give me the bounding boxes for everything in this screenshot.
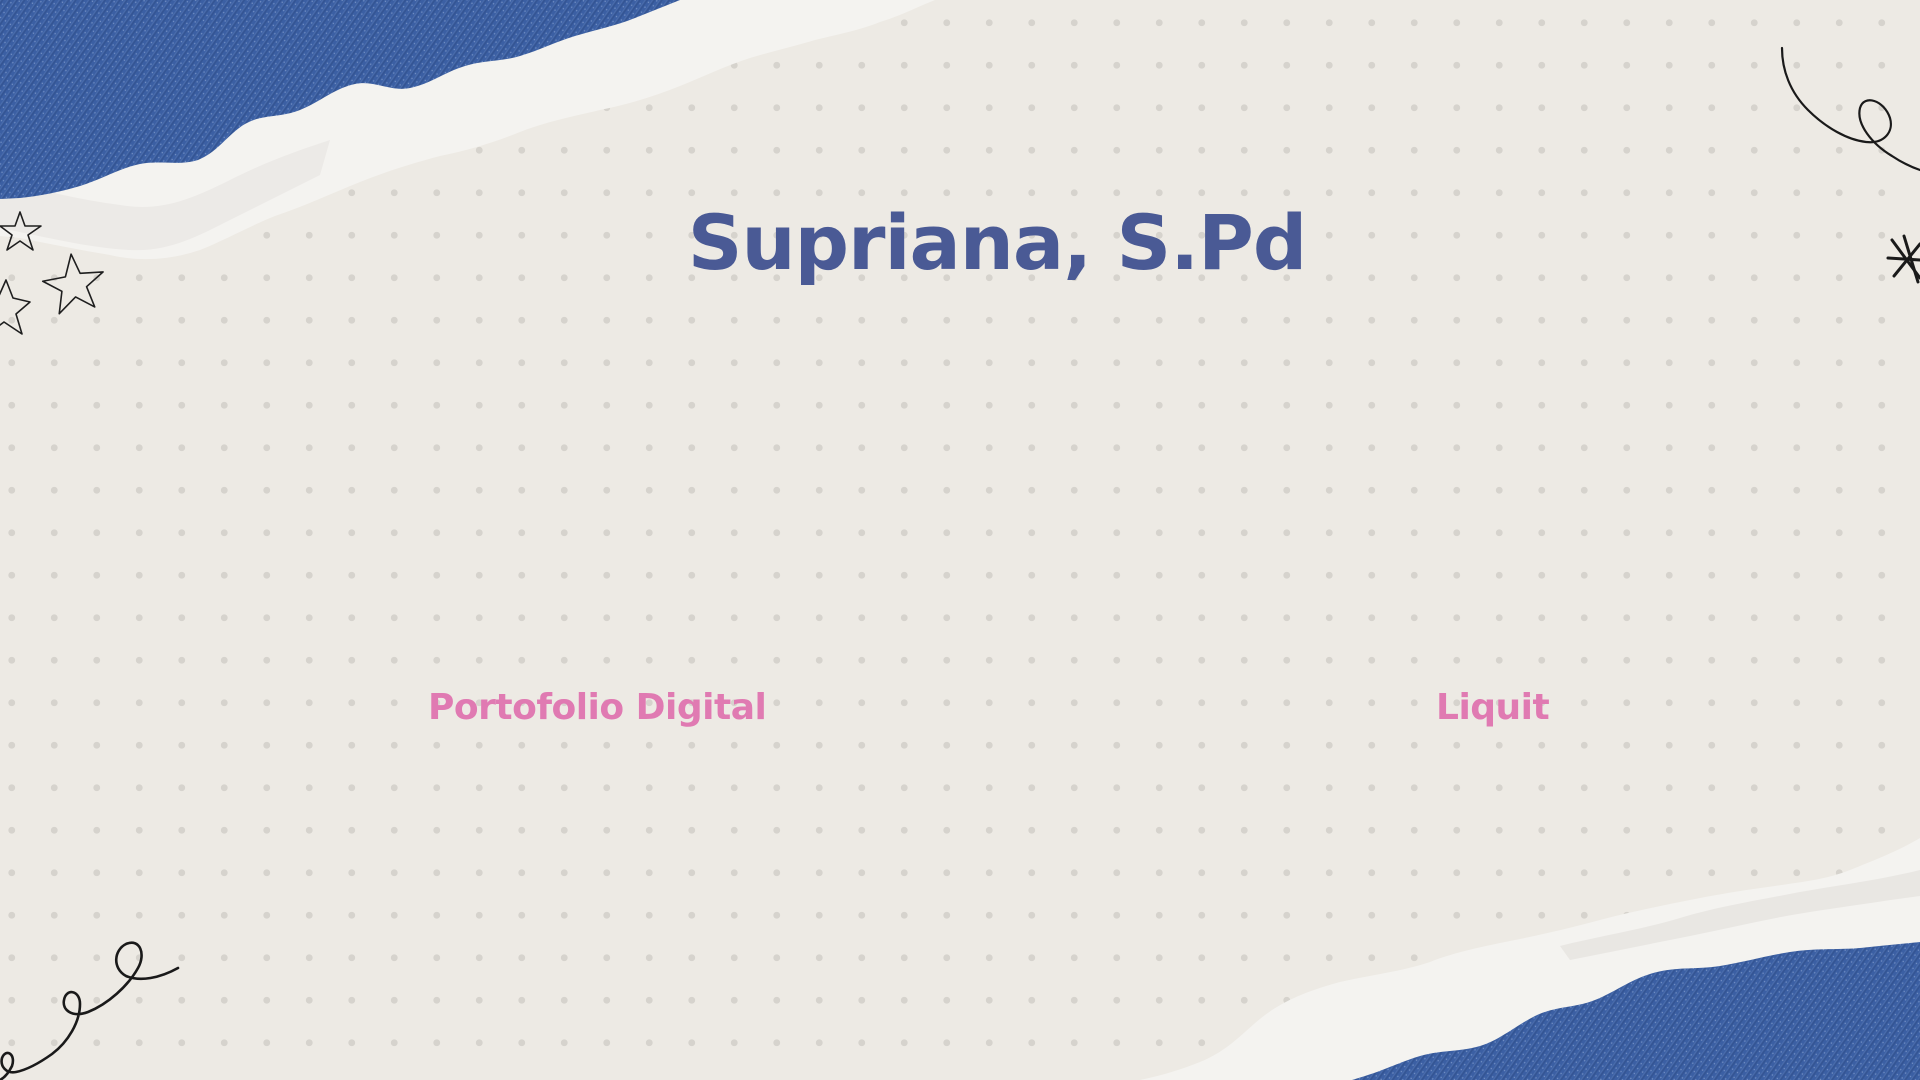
spiral-doodle-bottom-left [0, 941, 180, 1080]
denim-torn-paper-bottom-right [1140, 838, 1920, 1080]
slide-title: Supriana, S.Pd [687, 198, 1308, 287]
slide: Supriana, S.Pd Portofolio Digital Liquit [0, 0, 1920, 1080]
subtitle-liquit: Liquit [1436, 687, 1550, 728]
subtitle-portfolio: Portofolio Digital [428, 687, 767, 728]
decorations-layer [0, 0, 1920, 1080]
spiral-doodle-top-right [1780, 46, 1920, 172]
